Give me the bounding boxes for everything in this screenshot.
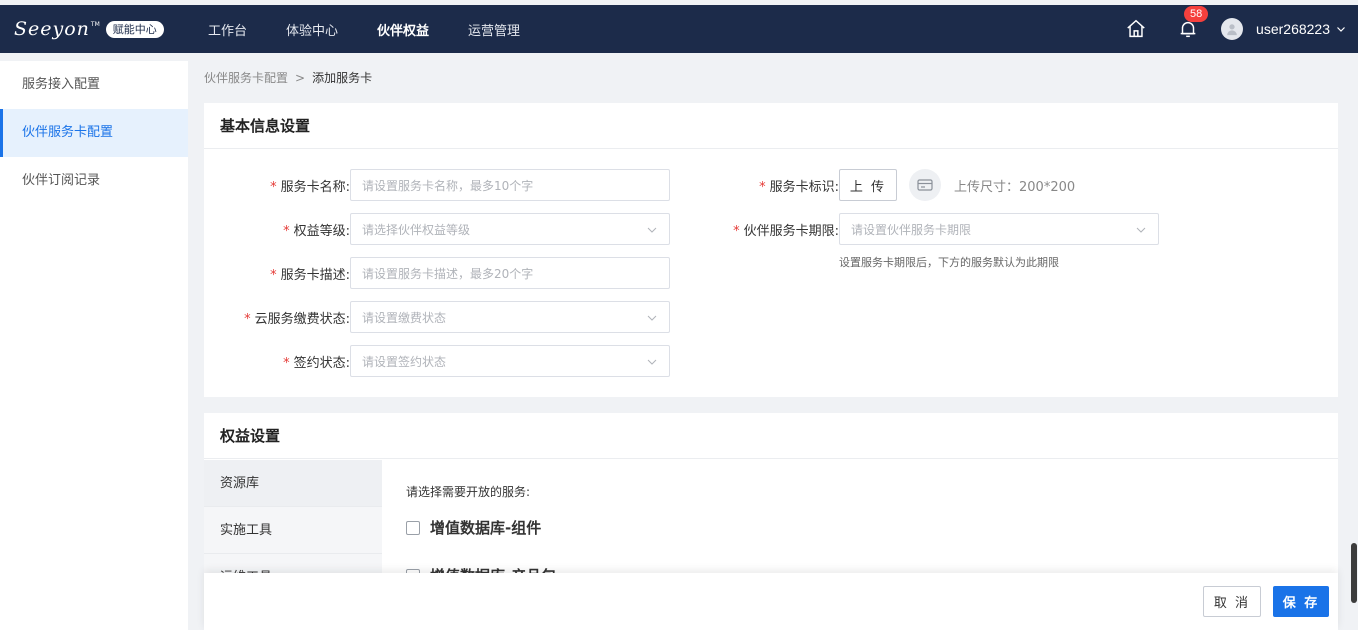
service-label: 增值数据库-产品包 — [430, 565, 556, 573]
nav-item-experience-center[interactable]: 体验中心 — [286, 20, 338, 39]
sidebar: 服务接入配置 伙伴服务卡配置 伙伴订阅记录 — [0, 61, 188, 630]
cancel-button[interactable]: 取 消 — [1203, 586, 1261, 617]
rights-tabs: 资源库 实施工具 运维工具 — [204, 460, 382, 573]
nav-item-operations[interactable]: 运营管理 — [468, 20, 520, 39]
rights-level-label: 权益等级: — [293, 223, 350, 239]
breadcrumb-separator: > — [295, 71, 306, 85]
required-mark: * — [283, 223, 290, 239]
sidebar-item-service-access[interactable]: 服务接入配置 — [0, 61, 188, 109]
tab-resource-library[interactable]: 资源库 — [204, 460, 382, 507]
nav-item-partner-rights[interactable]: 伙伴权益 — [377, 20, 429, 39]
username[interactable]: user268223 — [1256, 21, 1330, 37]
home-icon[interactable] — [1125, 18, 1147, 40]
breadcrumb-current: 添加服务卡 — [312, 71, 373, 85]
top-nav: 工作台 体验中心 伙伴权益 运营管理 — [208, 5, 559, 53]
card-name-label: 服务卡名称: — [280, 179, 350, 195]
user-avatar-icon[interactable] — [1221, 18, 1244, 40]
nav-item-workbench[interactable]: 工作台 — [208, 20, 247, 39]
basic-info-card: 基本信息设置 * 服务卡名称: 请设置服务卡名称，最多10个字 * 权益等级: 请选… — [204, 103, 1338, 397]
chevron-down-icon — [647, 227, 657, 233]
service-item[interactable]: 增值数据库-产品包 — [406, 565, 556, 573]
logo-badge: 赋能中心 — [105, 20, 164, 38]
save-button[interactable]: 保 存 — [1273, 586, 1329, 617]
rights-card: 权益设置 资源库 实施工具 运维工具 请选择需要开放的服务: 增值数据库-组件 … — [204, 413, 1338, 573]
card-period-hint: 设置服务卡期限后，下方的服务默认为此期限 — [839, 256, 1059, 269]
cloud-fee-status-row: * 云服务缴费状态: 请设置缴费状态 — [204, 301, 670, 333]
card-name-row: * 服务卡名称: 请设置服务卡名称，最多10个字 — [204, 169, 670, 201]
chevron-down-icon[interactable] — [1336, 24, 1346, 34]
top-right-tools: 58 user268223 — [1125, 5, 1358, 53]
tab-ops-tools[interactable]: 运维工具 — [204, 554, 382, 573]
breadcrumb: 伙伴服务卡配置 > 添加服务卡 — [204, 69, 372, 86]
logo-tm: TM — [90, 20, 100, 28]
card-name-input[interactable]: 请设置服务卡名称，最多10个字 — [350, 169, 670, 201]
required-mark: * — [270, 267, 277, 283]
required-mark: * — [244, 311, 251, 327]
required-mark: * — [759, 179, 766, 195]
logo[interactable]: Seeyon TM 赋能中心 — [14, 18, 194, 40]
card-desc-label: 服务卡描述: — [280, 267, 350, 283]
card-period-select[interactable]: 请设置伙伴服务卡期限 — [839, 213, 1159, 245]
card-logo-label: 服务卡标识: — [769, 179, 839, 195]
chevron-down-icon — [647, 315, 657, 321]
top-navigation-bar: Seeyon TM 赋能中心 工作台 体验中心 伙伴权益 运营管理 58 use… — [0, 5, 1358, 53]
tab-implementation-tools[interactable]: 实施工具 — [204, 507, 382, 554]
breadcrumb-parent[interactable]: 伙伴服务卡配置 — [204, 71, 288, 85]
notification-badge: 58 — [1184, 6, 1209, 22]
card-icon — [909, 169, 941, 201]
upload-size-hint: 上传尺寸：200*200 — [954, 179, 1076, 195]
chevron-down-icon — [647, 359, 657, 365]
rights-level-select[interactable]: 请选择伙伴权益等级 — [350, 213, 670, 245]
card-desc-input[interactable]: 请设置服务卡描述，最多20个字 — [350, 257, 670, 289]
logo-text: Seeyon — [14, 18, 90, 40]
service-checkbox[interactable] — [406, 520, 420, 535]
chevron-down-icon — [1136, 227, 1146, 233]
service-label: 增值数据库-组件 — [430, 519, 542, 537]
required-mark: * — [270, 179, 277, 195]
upload-button[interactable]: 上 传 — [839, 169, 897, 201]
card-logo-row: * 服务卡标识: 上 传 上传尺寸：200*200 — [704, 169, 1075, 201]
card-desc-row: * 服务卡描述: 请设置服务卡描述，最多20个字 — [204, 257, 670, 289]
required-mark: * — [283, 355, 290, 371]
footer-action-bar: 取 消 保 存 — [204, 573, 1338, 630]
sidebar-item-partner-card-config[interactable]: 伙伴服务卡配置 — [0, 109, 188, 157]
cloud-fee-status-select[interactable]: 请设置缴费状态 — [350, 301, 670, 333]
rights-level-row: * 权益等级: 请选择伙伴权益等级 — [204, 213, 670, 245]
basic-info-title: 基本信息设置 — [204, 103, 1338, 149]
service-item[interactable]: 增值数据库-组件 — [406, 517, 541, 538]
sign-status-row: * 签约状态: 请设置签约状态 — [204, 345, 670, 377]
notification-bell[interactable]: 58 — [1177, 6, 1209, 40]
required-mark: * — [733, 223, 740, 239]
sidebar-item-partner-subscriptions[interactable]: 伙伴订阅记录 — [0, 157, 188, 205]
sign-status-label: 签约状态: — [293, 355, 350, 371]
cloud-fee-status-label: 云服务缴费状态: — [254, 311, 350, 327]
card-period-row: * 伙伴服务卡期限: 请设置伙伴服务卡期限 — [704, 213, 1159, 245]
rights-title: 权益设置 — [204, 413, 1338, 459]
sign-status-select[interactable]: 请设置签约状态 — [350, 345, 670, 377]
service-prompt: 请选择需要开放的服务: — [406, 485, 531, 499]
page-scrollbar[interactable] — [1351, 543, 1357, 603]
card-period-label: 伙伴服务卡期限: — [743, 223, 839, 239]
